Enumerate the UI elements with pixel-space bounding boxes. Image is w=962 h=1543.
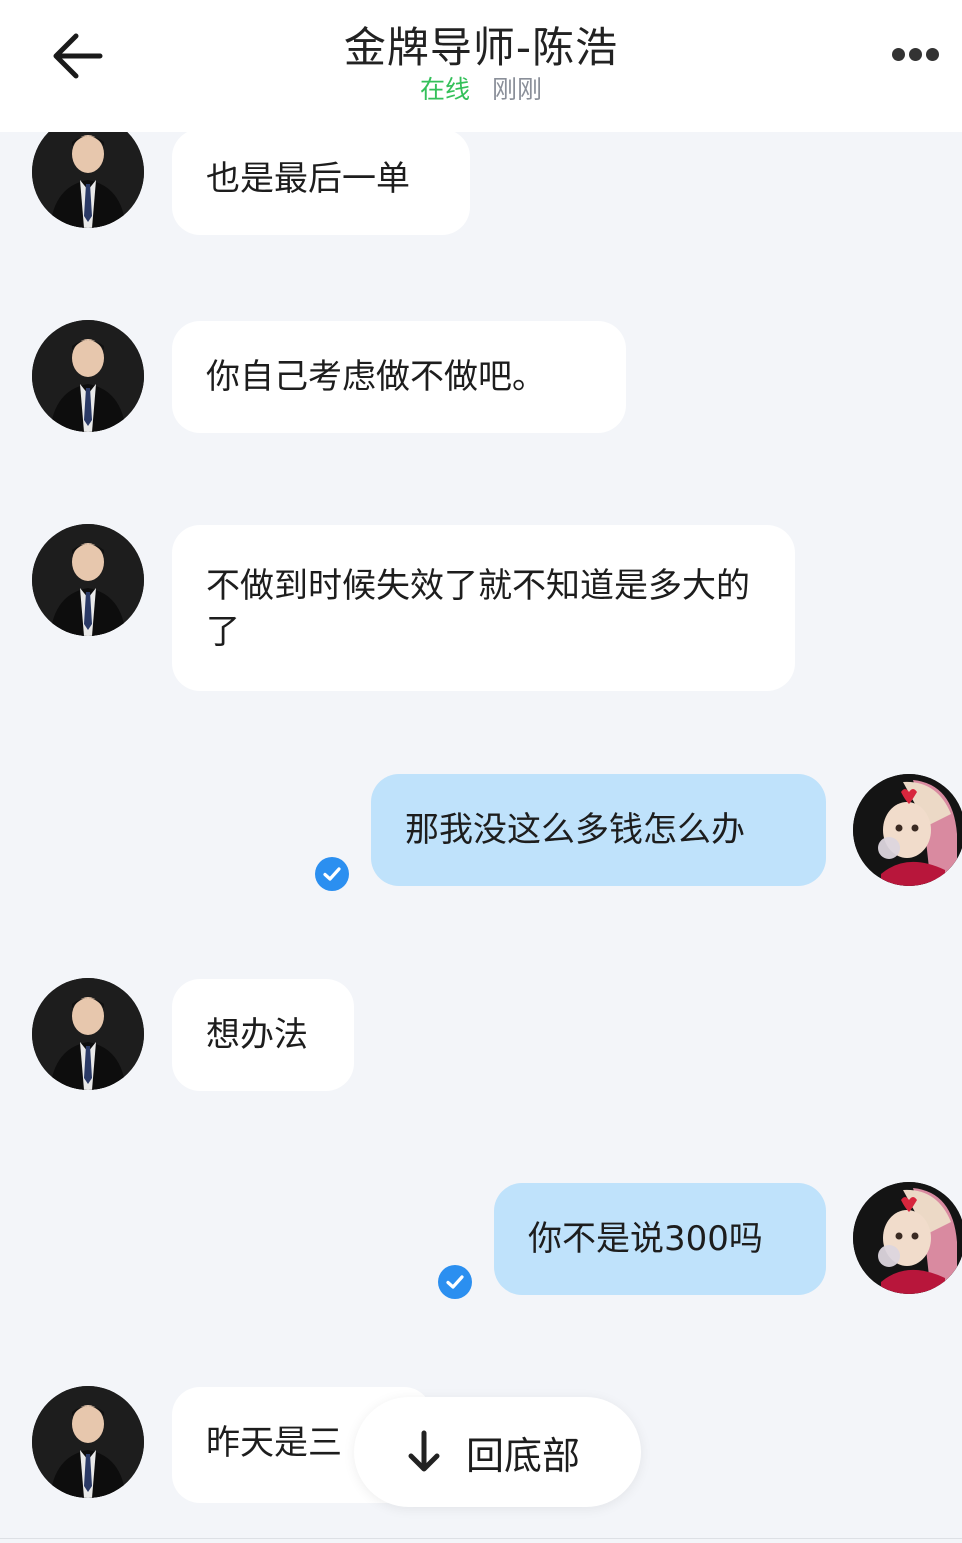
message-bubble[interactable]: 不做到时候失效了就不知道是多大的了 <box>172 525 795 691</box>
jump-to-bottom-button[interactable]: 回底部 <box>354 1397 641 1507</box>
chat-title: 金牌导师-陈浩 <box>343 23 619 72</box>
last-seen: 刚刚 <box>491 75 542 104</box>
message-text: 不做到时候失效了就不知道是多大的了 <box>206 566 750 652</box>
message-text: 昨天是三 <box>206 1423 342 1463</box>
message-bubble[interactable]: 想办法 <box>172 979 354 1091</box>
input-bar-divider <box>0 1538 962 1539</box>
message-bubble[interactable]: 你不是说300吗 <box>494 1183 826 1295</box>
message-text: 也是最后一单 <box>206 159 410 199</box>
mentor-avatar[interactable] <box>32 116 144 228</box>
more-dots-icon <box>892 48 905 61</box>
more-dots-icon <box>926 48 939 61</box>
more-dots-icon <box>909 48 922 61</box>
message-bubble[interactable]: 也是最后一单 <box>172 129 470 235</box>
check-circle-icon <box>315 857 349 891</box>
user-avatar[interactable] <box>853 774 962 886</box>
message-bubble[interactable]: 你自己考虑做不做吧。 <box>172 321 626 433</box>
user-avatar[interactable] <box>853 1182 962 1294</box>
mentor-avatar[interactable] <box>32 320 144 432</box>
arrow-down-icon <box>404 1429 444 1475</box>
message-text: 你不是说300吗 <box>528 1219 763 1259</box>
mentor-avatar[interactable] <box>32 524 144 636</box>
online-status: 在线 <box>420 75 471 104</box>
message-text: 你自己考虑做不做吧。 <box>206 357 546 397</box>
chat-header: 金牌导师-陈浩 在线 刚刚 <box>0 0 962 132</box>
message-text: 那我没这么多钱怎么办 <box>405 810 745 850</box>
mentor-avatar[interactable] <box>32 978 144 1090</box>
check-circle-icon <box>438 1265 472 1299</box>
jump-to-bottom-label: 回底部 <box>466 1434 581 1478</box>
message-bubble[interactable]: 那我没这么多钱怎么办 <box>371 774 826 886</box>
message-text: 想办法 <box>206 1015 308 1055</box>
chat-area[interactable]: 也是最后一单 你自己考虑做不做吧。 不做到时候失效了就不知道是多大的了 那我没这… <box>0 0 962 1543</box>
mentor-avatar[interactable] <box>32 1386 144 1498</box>
more-options-button[interactable] <box>890 44 944 66</box>
presence-status: 在线 刚刚 <box>0 70 962 106</box>
